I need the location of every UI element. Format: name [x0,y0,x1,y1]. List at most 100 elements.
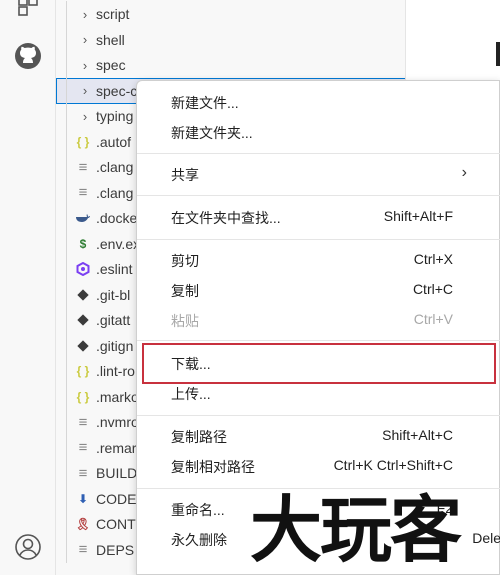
account-icon[interactable] [12,531,44,563]
indent-guide [66,77,67,104]
chevron-right-icon: › [461,164,467,181]
explorer-item-label: spec-c [96,82,138,99]
menu-item-find-in-folder[interactable]: 在文件夹中查找... Shift+Alt+F [137,202,500,232]
menu-separator [137,153,500,154]
indent-guide [66,511,67,537]
indent-guide [66,256,67,282]
text-file-icon: ≡ [78,158,88,176]
text-file-icon: ≡ [78,413,88,431]
indent-guide [66,332,67,359]
git-icon [74,311,92,329]
menu-item-label: 剪切 [171,253,199,269]
menu-item-copy-path[interactable]: 复制路径 Shift+Alt+C [137,421,500,451]
menu-item-cut[interactable]: 剪切 Ctrl+X [137,245,500,275]
indent-guide [66,52,67,78]
extensions-icon[interactable] [12,0,44,22]
github-icon[interactable] [12,40,44,72]
explorer-item-label: .docke [96,210,138,226]
menu-item-new-folder[interactable]: 新建文件夹... [137,117,500,147]
codeowners-icon: ⬇ [77,491,89,506]
explorer-folder-item[interactable]: › spec [56,52,405,78]
docker-icon [74,209,92,227]
menu-item-label: 复制路径 [171,429,227,445]
menu-separator [137,415,500,416]
indent-guide [66,154,67,180]
chevron-right-icon[interactable]: › [78,58,92,73]
menu-item-new-file[interactable]: 新建文件... [137,87,500,117]
eslint-icon [74,260,92,278]
chevron-right-icon[interactable]: › [78,109,92,124]
json-file-icon: { } [76,364,90,378]
explorer-item-label: .env.ex [96,235,141,252]
indent-guide [66,230,67,257]
keybinding: Ctrl+V [413,311,453,327]
explorer-folder-item[interactable]: › script [56,1,405,27]
ribbon-icon: 🎗 [75,517,91,531]
indent-guide [66,179,67,206]
keybinding: Dele [472,530,500,546]
indent-guide [66,460,67,486]
menu-item-label: 新建文件... [171,95,239,111]
menu-item-label: 永久删除 [171,532,227,548]
menu-item-label: 复制 [171,283,199,299]
text-file-icon: ≡ [78,184,88,201]
explorer-item-label: .clang [96,184,134,201]
explorer-item-label: .eslint [96,261,133,277]
menu-item-label: 在文件夹中查找... [171,210,281,226]
menu-item-copy-relative-path[interactable]: 复制相对路径 Ctrl+K Ctrl+Shift+C [137,451,500,481]
keybinding: Ctrl+X [413,251,453,267]
menu-item-label: 重命名... [171,502,225,518]
menu-separator [137,239,500,240]
explorer-item-label: BUILD [96,465,138,481]
json-file-icon: { } [76,389,90,404]
explorer-item-label: .gitatt [96,312,131,328]
git-icon [74,286,92,304]
explorer-item-label: CODE [96,490,137,507]
indent-guide [66,383,67,410]
explorer-item-label: .remar [96,439,137,456]
explorer-item-label: spec [96,57,126,73]
explorer-item-label: script [96,6,130,22]
explorer-item-label: .lint-ro [96,363,135,379]
keybinding: Ctrl+K Ctrl+Shift+C [333,457,453,473]
keybinding: Shift+Alt+C [382,427,453,443]
watermark-text: 大玩客 [250,487,462,572]
explorer-item-label: .marko [96,388,139,405]
env-file-icon: $ [79,236,87,251]
indent-guide [66,434,67,461]
menu-item-label: 粘贴 [171,313,199,329]
menu-item-copy[interactable]: 复制 Ctrl+C [137,275,500,305]
menu-item-share[interactable]: 共享 › [137,159,500,189]
indent-guide [66,103,67,129]
explorer-item-label: .nvmro [96,414,139,430]
indent-guide [66,485,67,512]
heading-fragment [496,42,500,66]
indent-guide [66,409,67,435]
chevron-right-icon[interactable]: › [78,32,92,47]
menu-item-label: 复制相对路径 [171,459,255,475]
indent-guide [66,128,67,155]
menu-item-paste[interactable]: 粘贴 Ctrl+V [137,305,500,335]
explorer-item-label: .clang [96,159,134,175]
explorer-item-label: typing [96,108,134,124]
explorer-item-label: .gitign [96,337,134,354]
chevron-right-icon[interactable]: › [78,7,92,22]
indent-guide [66,358,67,384]
indent-guide [66,1,67,27]
indent-guide [66,205,67,231]
activity-bar [0,0,56,575]
explorer-item-label: DEPS [96,541,135,558]
explorer-item-label: shell [96,31,125,48]
menu-item-label: 共享 [171,167,199,183]
chevron-right-icon[interactable]: › [78,83,92,98]
explorer-item-label: .git-bl [96,286,131,303]
git-icon [74,337,92,355]
menu-item-label: 新建文件夹... [171,125,253,141]
menu-item-upload[interactable]: 上传... [137,378,500,408]
text-file-icon: ≡ [78,464,88,482]
explorer-folder-item[interactable]: › shell [56,26,405,53]
keybinding: Ctrl+C [412,281,453,297]
indent-guide [66,281,67,308]
text-file-icon: ≡ [78,541,88,558]
indent-guide [66,307,67,333]
